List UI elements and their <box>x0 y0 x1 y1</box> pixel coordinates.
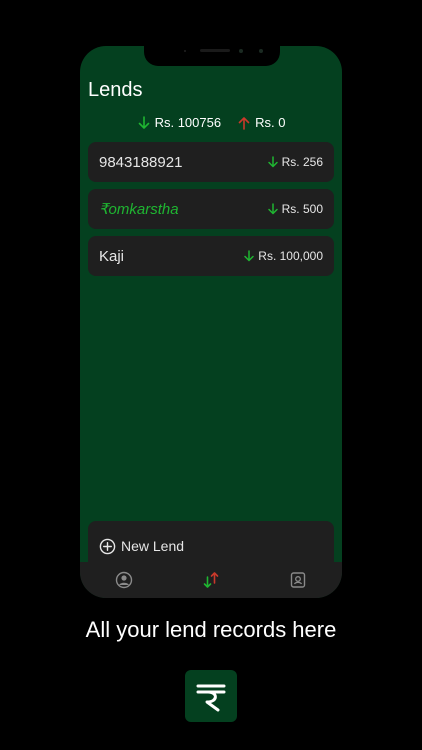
new-lend-label: New Lend <box>121 538 185 554</box>
lend-item[interactable]: Kaji Rs. 100,000 <box>88 236 334 276</box>
camera-lens <box>259 49 263 53</box>
bottom-tab-bar <box>80 562 342 598</box>
lend-name: ₹omkarstha <box>99 201 179 218</box>
lend-amount: Rs. 256 <box>267 155 323 169</box>
arrow-down-icon <box>267 156 278 168</box>
arrow-down-icon <box>267 203 278 215</box>
lend-amount: Rs. 500 <box>267 202 323 216</box>
totals-summary: Rs. 100756 Rs. 0 <box>80 115 342 130</box>
app-logo <box>185 670 237 722</box>
lend-item[interactable]: ₹omkarstha Rs. 500 <box>88 189 334 229</box>
lend-arrows-icon[interactable] <box>202 571 220 589</box>
contacts-icon[interactable] <box>289 571 307 589</box>
speaker-grille <box>200 49 230 52</box>
rupee-logo-icon <box>196 684 226 712</box>
phone-frame: Lends Rs. 100756 Rs. 0 9843188921 Rs. 25… <box>80 46 342 598</box>
caption-text: All your lend records here <box>85 617 337 642</box>
phone-notch <box>144 46 280 66</box>
total-received: Rs. 100756 <box>154 115 222 130</box>
arrow-down-icon <box>244 250 255 262</box>
sensor-dot <box>184 50 186 52</box>
lend-amount: Rs. 100,000 <box>243 249 323 263</box>
lend-name: Kaji <box>99 247 125 265</box>
camera-lens <box>239 49 243 53</box>
plus-circle-icon <box>99 538 116 554</box>
arrow-down-icon <box>138 115 149 129</box>
arrow-up-icon <box>238 116 250 130</box>
lend-name: 9843188921 <box>99 153 183 171</box>
lend-item[interactable]: 9843188921 Rs. 256 <box>88 142 334 182</box>
page-title: Lends <box>88 79 143 101</box>
total-given: Rs. 0 <box>255 115 286 130</box>
user-icon[interactable] <box>115 571 133 589</box>
